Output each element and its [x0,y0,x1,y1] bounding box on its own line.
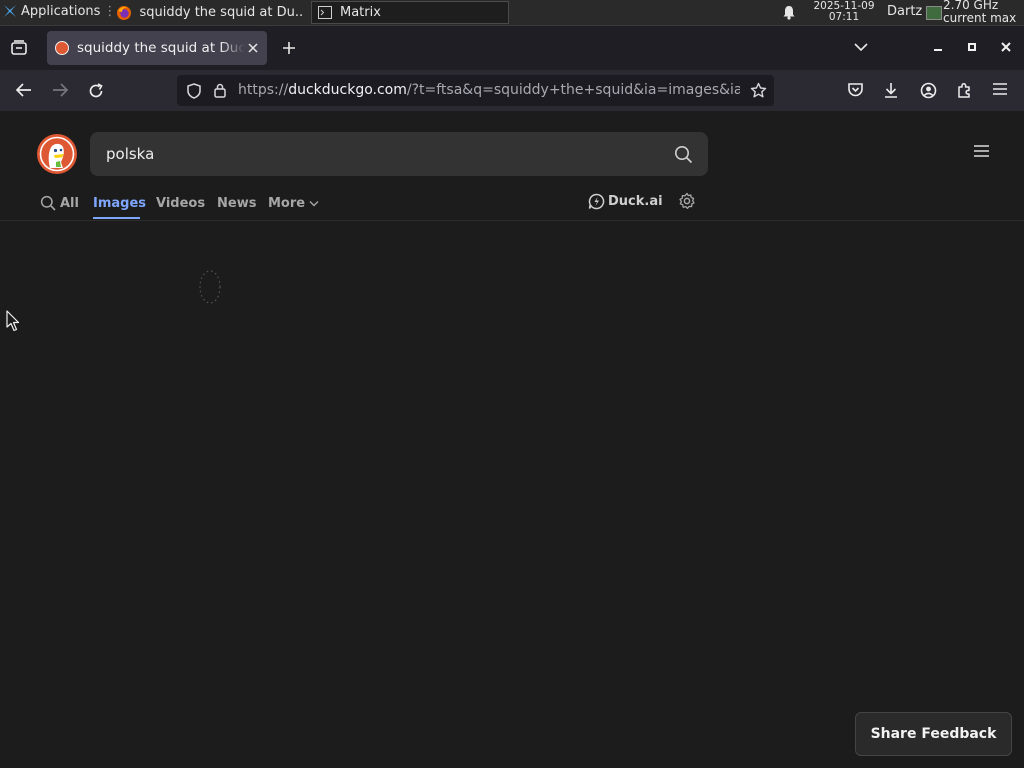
browser-tab-active[interactable]: squiddy the squid at DuckDuckGo [47,31,267,65]
tab-label: News [217,195,257,211]
tab-videos[interactable]: Videos [156,193,205,213]
settings-button[interactable] [678,192,696,210]
chevron-down-icon [309,200,319,207]
duck-ai-label: Duck.ai [608,194,663,209]
app-menu-button[interactable] [992,82,1008,96]
chevron-down-icon [854,42,868,52]
lock-icon[interactable] [213,82,227,99]
window-minimize-button[interactable] [932,41,944,53]
taskbar-clock[interactable]: 2025-11-09 07:11 [808,1,880,23]
account-icon [920,82,937,99]
taskbar-task-label: Matrix [340,5,381,20]
extensions-button[interactable] [956,82,973,99]
tab-more[interactable]: More [268,193,319,213]
taskbar-task-firefox[interactable]: squiddy the squid at Du... [110,1,308,24]
browser-tab-strip: squiddy the squid at DuckDuckGo [0,26,1024,70]
download-icon [883,82,899,99]
url-path: /?t=ftsa&q=squiddy+the+squid&ia=images&i… [406,82,740,98]
star-icon[interactable] [750,82,767,99]
shield-icon[interactable] [186,83,202,99]
tab-images[interactable]: Images [93,193,146,213]
minimize-icon [932,41,944,53]
tab-list-icon [9,38,29,58]
search-verticals-nav: All Images Videos News More Duck.ai [0,189,1024,221]
close-icon [1000,41,1012,53]
forward-arrow-icon [51,82,69,98]
search-box [90,132,708,176]
duckduckgo-favicon-icon [55,41,69,55]
forward-button[interactable] [51,82,69,98]
cpu-mode: current max [943,11,1017,25]
share-feedback-button[interactable]: Share Feedback [855,712,1012,756]
browser-navigation-toolbar: https://duckduckgo.com/?t=ftsa&q=squiddy… [0,70,1024,112]
search-icon [674,145,693,164]
applications-label: Applications [21,3,101,19]
account-button[interactable] [920,82,937,99]
mouse-cursor-icon [6,310,20,332]
reload-icon [87,82,105,100]
search-icon [40,195,56,211]
new-tab-button[interactable] [280,39,298,57]
duckduckgo-page: All Images Videos News More Duck.ai [0,111,1024,768]
tab-title: squiddy the squid at DuckDuckGo [77,40,245,56]
active-tab-indicator [93,217,140,219]
url-scheme: https:// [238,82,289,98]
cpu-frequency-monitor[interactable]: 2.70 GHz current max [943,0,1016,25]
back-button[interactable] [15,82,33,98]
xfce-apps-icon [2,3,18,19]
duck-ai-button[interactable]: Duck.ai [588,193,663,210]
duckduckgo-logo[interactable] [37,134,77,174]
tab-label: More [268,195,306,211]
os-taskbar: Applications ⋮ squiddy the squid at Du..… [0,0,1024,26]
taskbar-username[interactable]: Dartz [887,4,922,19]
taskbar-task-matrix[interactable]: Matrix [311,1,509,24]
address-bar[interactable]: https://duckduckgo.com/?t=ftsa&q=squiddy… [177,75,774,106]
search-button[interactable] [674,145,693,164]
firefox-icon [116,5,132,21]
clock-time: 07:11 [828,11,860,23]
applications-menu[interactable]: Applications ⋮ [2,3,116,19]
loading-spinner-icon [196,267,224,307]
cpu-graph-icon [926,6,942,20]
tab-label: Videos [156,195,206,211]
back-arrow-icon [15,82,33,98]
page-menu-button[interactable] [973,144,990,158]
tab-news[interactable]: News [217,193,256,213]
close-tab-button[interactable] [247,42,259,54]
pocket-button[interactable] [847,82,864,98]
list-all-tabs-button[interactable] [854,42,868,52]
url-host: duckduckgo.com [288,82,407,98]
duck-ai-icon [588,193,605,210]
extensions-icon [956,82,973,99]
hamburger-menu-icon [992,82,1008,96]
tab-label: Images [93,195,147,211]
gear-icon [678,192,696,210]
pocket-icon [847,82,864,98]
downloads-button[interactable] [883,82,899,99]
tab-all[interactable]: All [40,193,79,213]
window-close-button[interactable] [1000,41,1012,53]
reload-button[interactable] [87,82,105,100]
maximize-icon [966,41,978,53]
bell-icon[interactable] [782,5,796,20]
terminal-icon [318,6,332,19]
tab-list-button[interactable] [9,38,29,58]
hamburger-menu-icon [973,144,990,158]
search-input[interactable] [106,142,646,166]
window-maximize-button[interactable] [966,41,978,53]
taskbar-task-label: squiddy the squid at Du... [139,5,303,20]
url-text[interactable]: https://duckduckgo.com/?t=ftsa&q=squiddy… [238,82,740,98]
plus-icon [280,39,298,57]
tab-label: All [60,195,79,211]
